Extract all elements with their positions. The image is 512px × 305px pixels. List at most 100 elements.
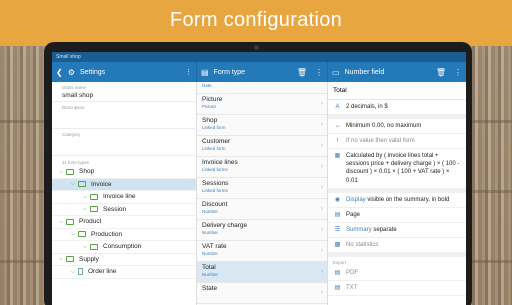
display-row[interactable]: ◉ Display visible on the summary, in bol…	[328, 193, 466, 208]
field-item[interactable]: Invoice lines Linked forms ›	[197, 157, 327, 178]
field-item[interactable]: Customer Linked form ›	[197, 136, 327, 157]
export-txt-row[interactable]: ▤ TXT	[328, 281, 466, 297]
export-pdf-row[interactable]: ▤ PDF	[328, 266, 466, 282]
category-field[interactable]: Category	[52, 129, 196, 156]
calculation-row[interactable]: ▦ Calculated by ( invoice lines total + …	[328, 149, 466, 189]
field-item[interactable]: Delivery charge Number ›	[197, 220, 327, 241]
field-name: Shop	[202, 117, 218, 124]
validity-row[interactable]: ! If no value then valid form	[328, 134, 466, 150]
calculation-text: Calculated by ( invoice lines total + se…	[346, 153, 460, 184]
field-name: Invoice lines	[202, 159, 238, 166]
field-type: Number	[202, 272, 219, 277]
settings-pane: Order name small shop Description Catego…	[52, 82, 197, 305]
chevron-down-icon[interactable]: ⌵	[82, 244, 88, 250]
back-arrow-icon[interactable]: ❮	[56, 68, 63, 77]
field-title[interactable]: Total	[328, 82, 466, 100]
form-types-label: 11 form types	[62, 160, 89, 165]
field-list: Picture Picture › Shop Linked form › Customer L…	[197, 94, 327, 304]
app-screen: Small shop ❮ ⚙ Settings ⋮ ▤ Form type 🗑 …	[52, 52, 466, 305]
description-field[interactable]: Description	[52, 102, 196, 129]
folder-icon	[66, 218, 74, 225]
field-name: Picture	[202, 96, 223, 103]
tree-item[interactable]: ⌵ Shop	[52, 166, 196, 179]
folder-icon	[90, 193, 98, 200]
toolbar-settings: ❮ ⚙ Settings ⋮	[52, 62, 197, 82]
field-type: Number	[202, 230, 219, 235]
document-icon	[78, 268, 83, 276]
export-label: Export	[328, 253, 466, 266]
tree-item[interactable]: ⌵ Supply	[52, 254, 196, 266]
order-name-label: Order name	[62, 85, 87, 90]
folder-icon	[66, 168, 74, 175]
more-vert-icon[interactable]: ⋮	[185, 68, 192, 76]
field-type-date: Date	[202, 83, 212, 88]
tree-item[interactable]: ⌵ Session	[52, 204, 196, 216]
summary-text: separate	[371, 226, 397, 233]
chevron-down-icon[interactable]: ⌵	[70, 269, 76, 275]
chevron-right-icon: ›	[321, 164, 323, 170]
chevron-down-icon[interactable]: ⌵	[70, 181, 76, 187]
folder-icon	[90, 243, 98, 250]
delete-icon[interactable]: 🗑	[436, 68, 446, 77]
delete-icon[interactable]: 🗑	[297, 68, 307, 77]
form-type-tree: ⌵ Shop ⌵ Invoice ⌵ Invoice line ⌵ Session ⌵ Produ…	[52, 166, 196, 279]
field-item[interactable]: Discount Number ›	[197, 199, 327, 220]
tree-item-label: Product	[79, 218, 102, 226]
field-item[interactable]: Picture Picture ›	[197, 94, 327, 115]
tree-item-label: Shop	[79, 168, 95, 176]
field-item[interactable]: VAT rate Number ›	[197, 241, 327, 262]
chevron-down-icon[interactable]: ⌵	[58, 256, 64, 262]
chevron-down-icon[interactable]: ⌵	[70, 231, 76, 237]
field-type: Linked forms	[202, 167, 228, 172]
more-vert-icon[interactable]: ⋮	[315, 68, 323, 77]
summary-icon: ☰	[334, 226, 341, 233]
chevron-right-icon: ›	[321, 248, 323, 254]
field-name: Sessions	[202, 180, 229, 187]
export-pdf: PDF	[346, 270, 358, 277]
tree-item-label: Consumption	[103, 243, 142, 251]
folder-icon	[90, 206, 98, 213]
headline: Form configuration	[169, 9, 343, 31]
field-item[interactable]: Sessions Linked forms ›	[197, 178, 327, 199]
summary-row[interactable]: ☰ Summary separate	[328, 223, 466, 238]
folder-icon	[78, 231, 86, 238]
display-text: visible on the summary, in bold	[365, 196, 450, 203]
tree-item[interactable]: ⌵ Production	[52, 229, 196, 241]
toolbar: ❮ ⚙ Settings ⋮ ▤ Form type 🗑 ⋮ ▭ Number …	[52, 62, 466, 82]
chevron-down-icon[interactable]: ⌵	[82, 194, 88, 200]
order-name-value: small shop	[62, 92, 94, 99]
gear-icon: ⚙	[67, 67, 75, 77]
tree-item[interactable]: ⌵ Invoice	[52, 178, 196, 191]
tree-item[interactable]: ⌵ Consumption	[52, 241, 196, 254]
export-txt: TXT	[346, 285, 358, 292]
field-name: VAT rate	[202, 243, 227, 250]
statistics-row[interactable]: ▩ No statistics	[328, 238, 466, 254]
chevron-down-icon[interactable]: ⌵	[82, 206, 88, 212]
number-field-icon: ▭	[332, 67, 340, 77]
order-name-field[interactable]: Order name small shop	[52, 82, 196, 102]
tree-item-label: Invoice line	[103, 193, 136, 201]
chevron-down-icon[interactable]: ⌵	[58, 219, 64, 225]
chevron-down-icon[interactable]: ⌵	[58, 169, 64, 175]
more-vert-icon[interactable]: ⋮	[454, 68, 462, 77]
field-item[interactable]: Shop Linked form ›	[197, 115, 327, 136]
field-item[interactable]: Date	[197, 83, 327, 94]
tree-item[interactable]: ⌵ Order line	[52, 266, 196, 279]
number-field-pane: Total A 2 decimals, in $ ↔ Minimum 0.00,…	[328, 82, 466, 305]
toolbar-number-field: ▭ Number field 🗑 ⋮	[328, 62, 466, 82]
field-item[interactable]: State ›	[197, 283, 327, 304]
range-row[interactable]: ↔ Minimum 0.00, no maximum	[328, 119, 466, 135]
field-item[interactable]: Total Number ›	[197, 262, 327, 283]
range-icon: ↔	[334, 123, 341, 130]
tree-item[interactable]: ⌵ Invoice line	[52, 191, 196, 204]
camera	[254, 45, 259, 50]
page-row[interactable]: ▤ Page	[328, 208, 466, 223]
tree-item-label: Session	[103, 205, 127, 213]
field-type: Number	[202, 251, 219, 256]
tree-item-label: Supply	[79, 255, 99, 263]
file-icon: ▤	[334, 270, 341, 277]
decimals-row[interactable]: A 2 decimals, in $	[328, 100, 466, 116]
tree-item[interactable]: ⌵ Product	[52, 216, 196, 229]
statistics-icon: ▩	[334, 241, 341, 248]
form-type-icon: ▤	[201, 67, 209, 77]
